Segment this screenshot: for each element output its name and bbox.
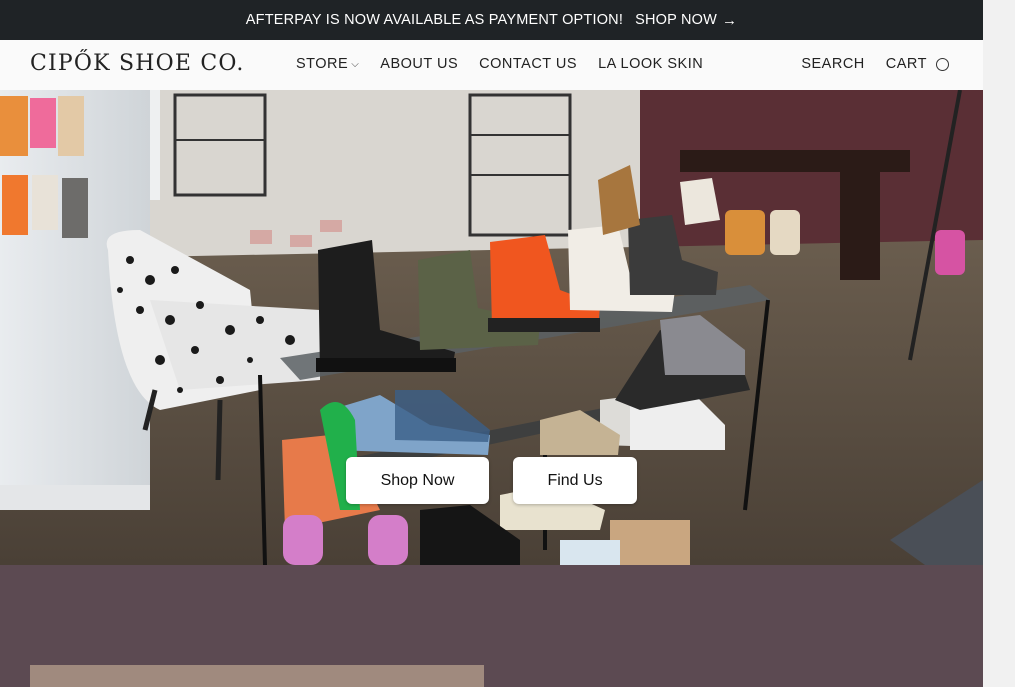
cart-count-circle-icon[interactable]: [936, 57, 949, 71]
nav-item-contact-us[interactable]: CONTACT US: [479, 56, 577, 72]
page: AFTERPAY IS NOW AVAILABLE AS PAYMENT OPT…: [0, 0, 983, 687]
featured-card: [30, 665, 484, 687]
nav-item-about-us[interactable]: ABOUT US: [380, 56, 458, 72]
nav-item-label: STORE: [296, 56, 349, 72]
find-us-button[interactable]: Find Us: [513, 457, 637, 504]
nav-item-label: ABOUT US: [380, 56, 459, 72]
announcement-shop-now-link[interactable]: SHOP NOW →: [635, 12, 737, 29]
shop-now-button[interactable]: Shop Now: [346, 457, 489, 504]
nav-item-label: CONTACT US: [479, 56, 578, 72]
site-logo[interactable]: CIPŐK SHOE CO.: [30, 51, 245, 76]
nav-item-la-look-skin[interactable]: LA LOOK SKIN: [598, 56, 703, 72]
main-nav: STORE ⌵ ABOUT US CONTACT US LA LOOK SKIN: [296, 56, 724, 72]
hero-banner: Shop Now Find Us: [0, 90, 983, 565]
announcement-message: AFTERPAY IS NOW AVAILABLE AS PAYMENT OPT…: [245, 12, 624, 28]
nav-item-label: LA LOOK SKIN: [598, 56, 704, 72]
hero-actions: Shop Now Find Us: [346, 457, 637, 504]
arrow-right-icon: →: [722, 11, 738, 29]
search-link[interactable]: SEARCH: [801, 56, 864, 72]
header-utilities: SEARCH CART: [780, 56, 949, 72]
page-scroll-gutter: [983, 0, 1015, 687]
chevron-down-icon: ⌵: [351, 58, 360, 70]
nav-item-store[interactable]: STORE ⌵: [296, 56, 359, 72]
site-header: CIPŐK SHOE CO. STORE ⌵ ABOUT US CONTACT …: [0, 40, 983, 90]
featured-section: [0, 565, 983, 687]
announcement-link-label: SHOP NOW: [635, 12, 717, 28]
announcement-bar: AFTERPAY IS NOW AVAILABLE AS PAYMENT OPT…: [0, 0, 983, 40]
cart-link[interactable]: CART: [886, 56, 927, 72]
